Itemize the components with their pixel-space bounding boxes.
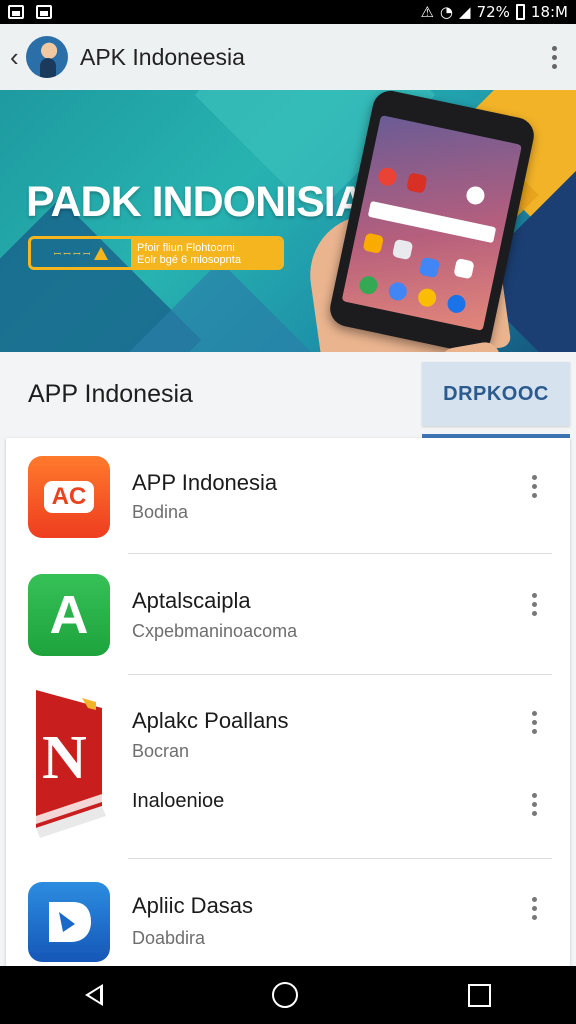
banner-badge: ꟷ ꟷ ꟷ ꟷ Pfoir fliun Flohtoorni Eolr bgé … bbox=[28, 236, 284, 270]
b-app-icon[interactable] bbox=[28, 882, 110, 962]
divider bbox=[128, 674, 552, 675]
more-vert-icon[interactable] bbox=[524, 790, 544, 818]
signal-icon: ◢ bbox=[459, 3, 471, 21]
app-bar: ‹ APK Indoneesia bbox=[0, 24, 576, 90]
n-app-icon[interactable]: N bbox=[32, 688, 108, 838]
battery-level: 72% bbox=[476, 3, 510, 21]
wifi-icon: ◔ bbox=[439, 3, 454, 21]
app-title[interactable]: APP Indonesia bbox=[132, 470, 277, 496]
banner-title: PADK INDONISIA bbox=[26, 178, 366, 226]
promo-banner[interactable]: PADK INDONISIA ꟷ ꟷ ꟷ ꟷ Pfoir fliun Floht… bbox=[0, 90, 576, 352]
photo-icon bbox=[36, 5, 52, 19]
divider bbox=[128, 553, 552, 554]
more-vert-icon[interactable] bbox=[524, 894, 544, 922]
banner-badge-line-1: Pfoir fliun Flohtoorni bbox=[137, 242, 235, 254]
a-app-icon[interactable]: A bbox=[28, 574, 110, 656]
ac-app-icon-label: AC bbox=[43, 481, 95, 513]
back-arrow-icon[interactable]: ‹ bbox=[10, 44, 24, 70]
app-title[interactable]: Apliic Dasas bbox=[132, 893, 253, 919]
more-vert-icon[interactable] bbox=[524, 708, 544, 736]
banner-badge-label: ꟷ ꟷ ꟷ ꟷ bbox=[53, 248, 91, 259]
status-bar: ⚠ ◔ ◢ 72% 18:M bbox=[0, 0, 576, 24]
battery-icon bbox=[515, 4, 525, 20]
ac-app-icon[interactable]: AC bbox=[28, 456, 110, 538]
app-extra-label[interactable]: Inaloenioe bbox=[132, 790, 224, 813]
nav-home-icon[interactable] bbox=[272, 982, 299, 1008]
nav-recents-icon[interactable] bbox=[468, 983, 492, 1007]
section-tab-button[interactable]: DRPKOOC bbox=[422, 362, 570, 426]
app-title[interactable]: Aplakc Poallans bbox=[132, 708, 289, 734]
mute-icon: ⚠ bbox=[420, 3, 434, 21]
avatar[interactable] bbox=[26, 36, 68, 78]
n-app-icon-label: N bbox=[42, 724, 87, 792]
warning-icon bbox=[94, 246, 109, 260]
clock: 18:M bbox=[530, 3, 568, 21]
app-list: AC APP Indonesia Bodina A Aptalscaipla C… bbox=[6, 438, 570, 966]
section-header: APP Indonesia DRPKOOC bbox=[0, 352, 576, 438]
more-vert-icon[interactable] bbox=[524, 472, 544, 500]
app-subtitle: Cxpebmaninoacoma bbox=[132, 621, 298, 641]
navigation-bar bbox=[0, 966, 576, 1024]
section-title: APP Indonesia bbox=[28, 380, 193, 408]
nav-back-icon[interactable] bbox=[84, 984, 103, 1006]
more-vert-icon[interactable] bbox=[524, 590, 544, 618]
app-subtitle: Doabdira bbox=[132, 928, 206, 948]
app-subtitle: Bodina bbox=[132, 502, 189, 522]
divider bbox=[128, 858, 552, 859]
app-title[interactable]: Aptalscaipla bbox=[132, 588, 251, 614]
banner-badge-line-2: Eolr bgé 6 mlosopnta bbox=[137, 254, 241, 266]
app-bar-title: APK Indoneesia bbox=[80, 43, 245, 70]
app-subtitle: Bocran bbox=[132, 741, 190, 761]
more-vert-icon[interactable] bbox=[542, 42, 566, 72]
image-icon bbox=[8, 5, 24, 19]
